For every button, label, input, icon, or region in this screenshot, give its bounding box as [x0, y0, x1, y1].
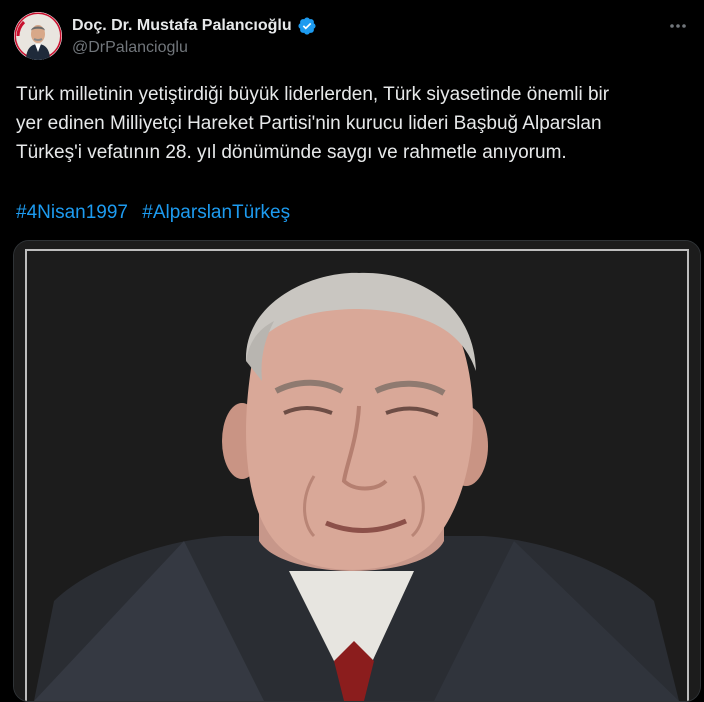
more-dots-icon: [670, 24, 686, 28]
author-name-row: Doç. Dr. Mustafa Palancıoğlu: [72, 15, 317, 37]
portrait-photo: [14, 241, 700, 701]
tweet-text-line: yer edinen Milliyetçi Hareket Partisi'ni…: [16, 113, 602, 134]
tweet-media-image[interactable]: [13, 240, 701, 702]
verified-badge-icon[interactable]: [297, 16, 317, 36]
author-display-name[interactable]: Doç. Dr. Mustafa Palancıoğlu: [72, 17, 292, 35]
hashtags-row: #4Nisan1997 #AlparslanTürkeş: [16, 198, 290, 227]
tweet-text: Türk milletinin yetiştirdiği büyük lider…: [16, 80, 688, 167]
tweet-text-line: Türkeş'i vefatının 28. yıl dönümünde say…: [16, 142, 567, 163]
hashtag-link[interactable]: #4Nisan1997: [16, 202, 128, 223]
avatar[interactable]: [14, 12, 62, 60]
avatar-image: [14, 12, 62, 60]
tweet-card: Doç. Dr. Mustafa Palancıoğlu @DrPalancio…: [0, 0, 704, 702]
more-options-button[interactable]: [666, 14, 690, 38]
author-handle[interactable]: @DrPalancioglu: [72, 39, 188, 57]
tweet-text-line: Türk milletinin yetiştirdiği büyük lider…: [16, 84, 610, 105]
hashtag-link[interactable]: #AlparslanTürkeş: [142, 202, 290, 223]
